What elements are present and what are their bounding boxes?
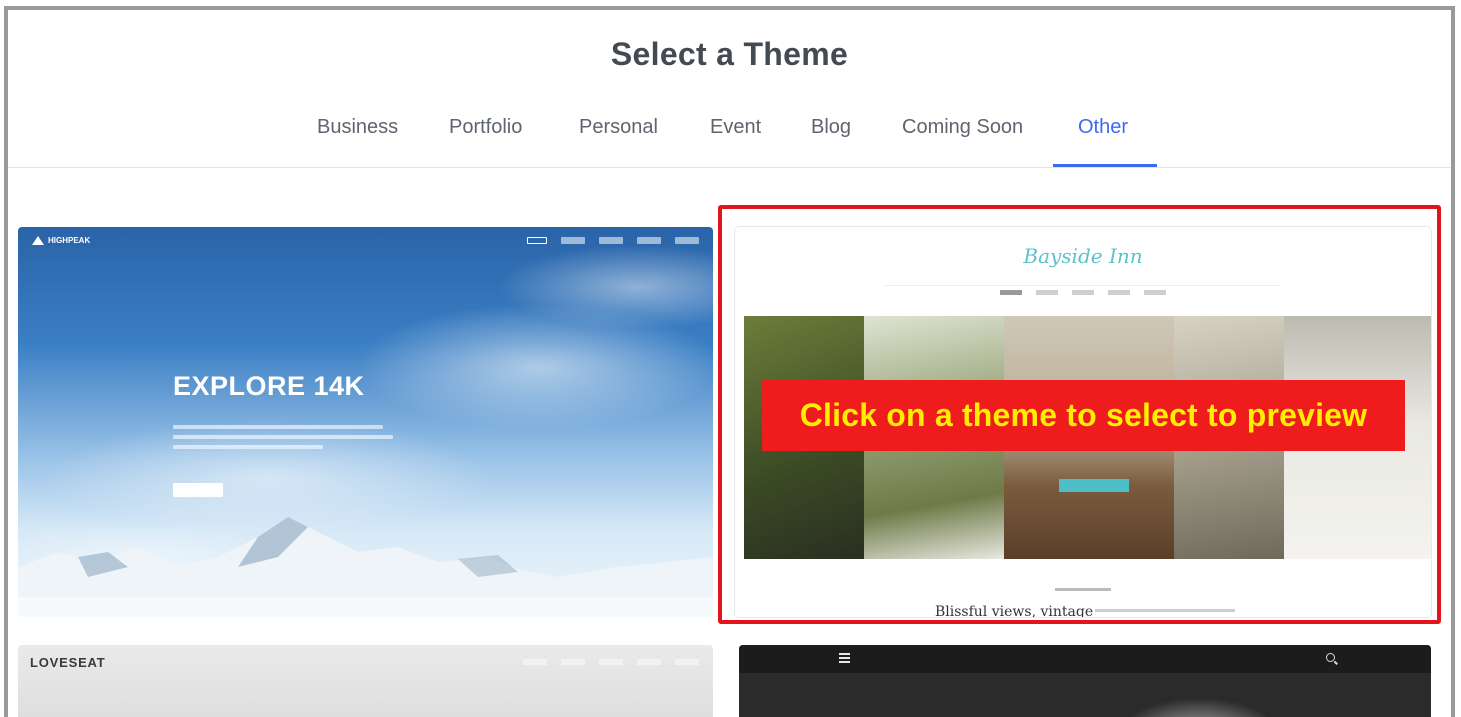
tab-personal[interactable]: Personal bbox=[579, 112, 658, 172]
bayside-nav bbox=[735, 290, 1431, 295]
header-divider bbox=[8, 167, 1451, 168]
mountain-icon bbox=[32, 236, 44, 245]
instruction-callout: Click on a theme to select to preview bbox=[762, 380, 1405, 451]
highpeak-body-text bbox=[173, 425, 393, 455]
dark-theme-navbar bbox=[739, 645, 1431, 673]
bayside-logo: Bayside Inn bbox=[1023, 244, 1143, 268]
bayside-nav-item bbox=[1144, 290, 1166, 295]
tab-other[interactable]: Other bbox=[1078, 112, 1128, 172]
tab-event[interactable]: Event bbox=[710, 112, 761, 172]
tab-business[interactable]: Business bbox=[317, 112, 398, 172]
highpeak-nav-item bbox=[675, 237, 699, 244]
loveseat-logo: LOVESEAT bbox=[30, 655, 106, 670]
snowy-mountains-image bbox=[18, 517, 713, 617]
tab-blog[interactable]: Blog bbox=[811, 112, 851, 172]
tab-coming-soon[interactable]: Coming Soon bbox=[902, 112, 1023, 172]
highpeak-nav-item bbox=[561, 237, 585, 244]
bayside-section-label bbox=[1055, 588, 1111, 591]
loveseat-nav bbox=[523, 659, 699, 665]
theme-card-dark[interactable] bbox=[739, 645, 1431, 717]
bayside-nav-item bbox=[1000, 290, 1022, 295]
page-title: Select a Theme bbox=[610, 36, 849, 72]
bayside-section-text bbox=[1095, 609, 1245, 617]
tab-portfolio[interactable]: Portfolio bbox=[449, 112, 522, 172]
highpeak-cta-button bbox=[173, 483, 223, 497]
highpeak-nav bbox=[527, 237, 699, 244]
bayside-section-heading: Blissful views, vintage bbox=[935, 604, 1094, 617]
theme-selector-window: Select a Theme Business Portfolio Person… bbox=[4, 6, 1455, 717]
theme-card-loveseat[interactable]: LOVESEAT bbox=[18, 645, 713, 717]
category-tabs: Business Portfolio Personal Event Blog C… bbox=[8, 112, 1451, 172]
bayside-nav-item bbox=[1036, 290, 1058, 295]
bayside-nav-item bbox=[1072, 290, 1094, 295]
hamburger-menu-icon bbox=[839, 653, 850, 665]
highpeak-nav-item bbox=[527, 237, 547, 244]
highpeak-nav-item bbox=[599, 237, 623, 244]
bayside-nav-item bbox=[1108, 290, 1130, 295]
bayside-nav-divider bbox=[885, 285, 1281, 286]
theme-card-highpeak[interactable]: HIGHPEAK EXPLORE 14K bbox=[18, 227, 713, 617]
highpeak-headline: EXPLORE 14K bbox=[173, 371, 365, 401]
bayside-cta-button bbox=[1059, 479, 1129, 492]
search-icon bbox=[1326, 653, 1335, 662]
highpeak-logo: HIGHPEAK bbox=[32, 236, 90, 245]
highpeak-nav-item bbox=[637, 237, 661, 244]
highpeak-logo-text: HIGHPEAK bbox=[48, 236, 91, 245]
